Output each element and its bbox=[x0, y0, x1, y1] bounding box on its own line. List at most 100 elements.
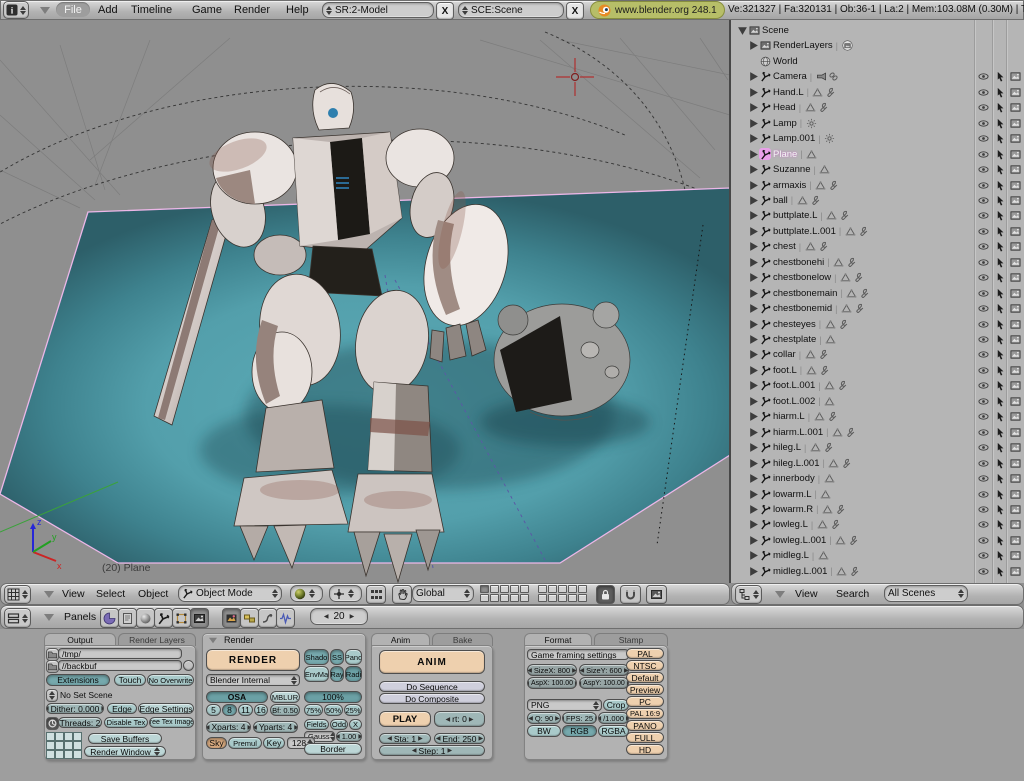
selectability-cursor-icon[interactable] bbox=[994, 395, 1006, 407]
layer-toggle-button[interactable] bbox=[568, 594, 577, 602]
mesh-icon[interactable] bbox=[846, 287, 858, 299]
outliner-item-label[interactable]: Hand.L bbox=[773, 87, 804, 98]
selectability-cursor-icon[interactable] bbox=[994, 241, 1006, 253]
preset-pal-button[interactable]: PAL bbox=[626, 648, 664, 659]
outliner-row[interactable]: Camera| bbox=[731, 69, 1024, 84]
wrench-icon[interactable] bbox=[840, 457, 852, 469]
layer-toggle-button[interactable] bbox=[578, 585, 587, 593]
layer-toggle-button[interactable] bbox=[558, 594, 567, 602]
radio-toggle[interactable]: Radi bbox=[345, 666, 362, 682]
outliner-row[interactable]: buttplate.L.001| bbox=[731, 224, 1024, 239]
outliner-row[interactable]: hileg.L| bbox=[731, 440, 1024, 455]
pano-toggle[interactable]: Pano bbox=[345, 649, 362, 665]
viewport-menu-object[interactable]: Object bbox=[138, 588, 168, 600]
selectability-cursor-icon[interactable] bbox=[994, 442, 1006, 454]
panels-menu[interactable]: Panels bbox=[64, 611, 96, 623]
backbuf-path-field[interactable]: //backbuf bbox=[58, 660, 182, 671]
preset-ntsc-button[interactable]: NTSC bbox=[626, 660, 664, 671]
mesh-icon[interactable] bbox=[836, 565, 848, 577]
yparts-field[interactable]: ◀Yparts: 4▶ bbox=[253, 721, 298, 733]
layer-toggle-button[interactable] bbox=[578, 594, 587, 602]
outliner-row[interactable]: chest| bbox=[731, 239, 1024, 254]
step-field[interactable]: ◀Step: 1▶ bbox=[379, 745, 485, 756]
selectability-cursor-icon[interactable] bbox=[994, 318, 1006, 330]
expand-arrow-icon[interactable] bbox=[747, 334, 759, 346]
visibility-eye-icon[interactable] bbox=[977, 411, 989, 423]
engine-dropdown[interactable]: Blender Internal bbox=[206, 674, 300, 686]
visibility-eye-icon[interactable] bbox=[977, 488, 989, 500]
layer-toggle-button[interactable] bbox=[538, 585, 547, 593]
drawtype-stepper-icon[interactable] bbox=[309, 589, 315, 598]
mesh-icon[interactable] bbox=[824, 380, 836, 392]
expand-arrow-icon[interactable] bbox=[747, 395, 759, 407]
renderability-icon[interactable] bbox=[1009, 318, 1021, 330]
sizey-field[interactable]: ◀SizeY: 600▶ bbox=[579, 664, 629, 676]
editor-type-button-buttons[interactable] bbox=[4, 608, 31, 628]
wrench-icon[interactable] bbox=[847, 534, 859, 546]
bf-field[interactable]: ◀Bf: 0.50▶ bbox=[270, 704, 300, 716]
selectability-cursor-icon[interactable] bbox=[994, 349, 1006, 361]
outliner-row[interactable]: hiarm.L.001| bbox=[731, 425, 1024, 440]
renderability-icon[interactable] bbox=[1009, 210, 1021, 222]
size-75-button[interactable]: 75% bbox=[304, 704, 323, 716]
expand-arrow-icon[interactable] bbox=[747, 426, 759, 438]
expand-arrow-icon[interactable] bbox=[747, 534, 759, 546]
rlayer-icon[interactable] bbox=[841, 40, 853, 52]
renderability-icon[interactable] bbox=[1009, 164, 1021, 176]
osa-11-button[interactable]: 11 bbox=[238, 704, 253, 716]
selectability-cursor-icon[interactable] bbox=[994, 287, 1006, 299]
outliner-item-label[interactable]: Lamp bbox=[773, 118, 797, 129]
wrench-icon[interactable] bbox=[828, 519, 840, 531]
expand-arrow-icon[interactable] bbox=[747, 148, 759, 160]
outliner-item-label[interactable]: Lamp.001 bbox=[773, 133, 815, 144]
renderability-icon[interactable] bbox=[1009, 364, 1021, 376]
expand-arrow-icon[interactable] bbox=[747, 40, 759, 52]
outliner-item-label[interactable]: hiarm.L bbox=[773, 411, 805, 422]
renderability-icon[interactable] bbox=[1009, 349, 1021, 361]
visibility-eye-icon[interactable] bbox=[977, 565, 989, 577]
mesh-icon[interactable] bbox=[820, 488, 832, 500]
menu-game[interactable]: Game bbox=[192, 4, 222, 16]
outliner-item-label[interactable]: foot.L.001 bbox=[773, 380, 815, 391]
pivot-dropdown[interactable] bbox=[329, 585, 362, 602]
do-composite-button[interactable]: Do Composite bbox=[379, 693, 485, 704]
visibility-eye-icon[interactable] bbox=[977, 272, 989, 284]
outliner-item-label[interactable]: chest bbox=[773, 241, 796, 252]
renderability-icon[interactable] bbox=[1009, 287, 1021, 299]
selectability-cursor-icon[interactable] bbox=[994, 303, 1006, 315]
outliner-item-label[interactable]: RenderLayers bbox=[773, 40, 833, 51]
renderability-icon[interactable] bbox=[1009, 380, 1021, 392]
renderability-icon[interactable] bbox=[1009, 488, 1021, 500]
preset-pc-button[interactable]: PC bbox=[626, 696, 664, 707]
editor-type-button-outliner[interactable] bbox=[735, 585, 762, 604]
anim-subcontext-button[interactable] bbox=[258, 608, 277, 628]
renderability-icon[interactable] bbox=[1009, 117, 1021, 129]
touch-button[interactable]: Touch bbox=[114, 674, 146, 686]
selectability-cursor-icon[interactable] bbox=[994, 71, 1006, 83]
renderability-icon[interactable] bbox=[1009, 534, 1021, 546]
auto-threads-button[interactable] bbox=[46, 717, 59, 730]
outliner-item-label[interactable]: innerbody bbox=[773, 473, 815, 484]
outliner-row[interactable]: foot.L.002| bbox=[731, 394, 1024, 409]
outliner-row[interactable]: chestbonehi| bbox=[731, 255, 1024, 270]
visibility-eye-icon[interactable] bbox=[977, 519, 989, 531]
chain-icon[interactable] bbox=[827, 71, 839, 83]
mesh-icon[interactable] bbox=[819, 164, 831, 176]
expand-arrow-icon[interactable] bbox=[747, 164, 759, 176]
do-sequence-button[interactable]: Do Sequence bbox=[379, 681, 485, 692]
visibility-eye-icon[interactable] bbox=[977, 426, 989, 438]
viewport-menu-select[interactable]: Select bbox=[96, 588, 125, 600]
mesh-icon[interactable] bbox=[833, 256, 845, 268]
mesh-icon[interactable] bbox=[821, 503, 833, 515]
outliner-row[interactable]: hiarm.L| bbox=[731, 409, 1024, 424]
frame-number-field[interactable]: ◀ 20 ▶ bbox=[310, 608, 368, 625]
edge-settings-button[interactable]: Edge Settings bbox=[138, 703, 194, 714]
visibility-eye-icon[interactable] bbox=[977, 164, 989, 176]
mesh-icon[interactable] bbox=[835, 534, 847, 546]
mesh-icon[interactable] bbox=[804, 102, 816, 114]
renderability-icon[interactable] bbox=[1009, 503, 1021, 515]
outliner-row[interactable]: midleg.L.001| bbox=[731, 564, 1024, 579]
renderability-icon[interactable] bbox=[1009, 256, 1021, 268]
visibility-eye-icon[interactable] bbox=[977, 395, 989, 407]
sizex-field[interactable]: ◀SizeX: 800▶ bbox=[527, 664, 577, 676]
